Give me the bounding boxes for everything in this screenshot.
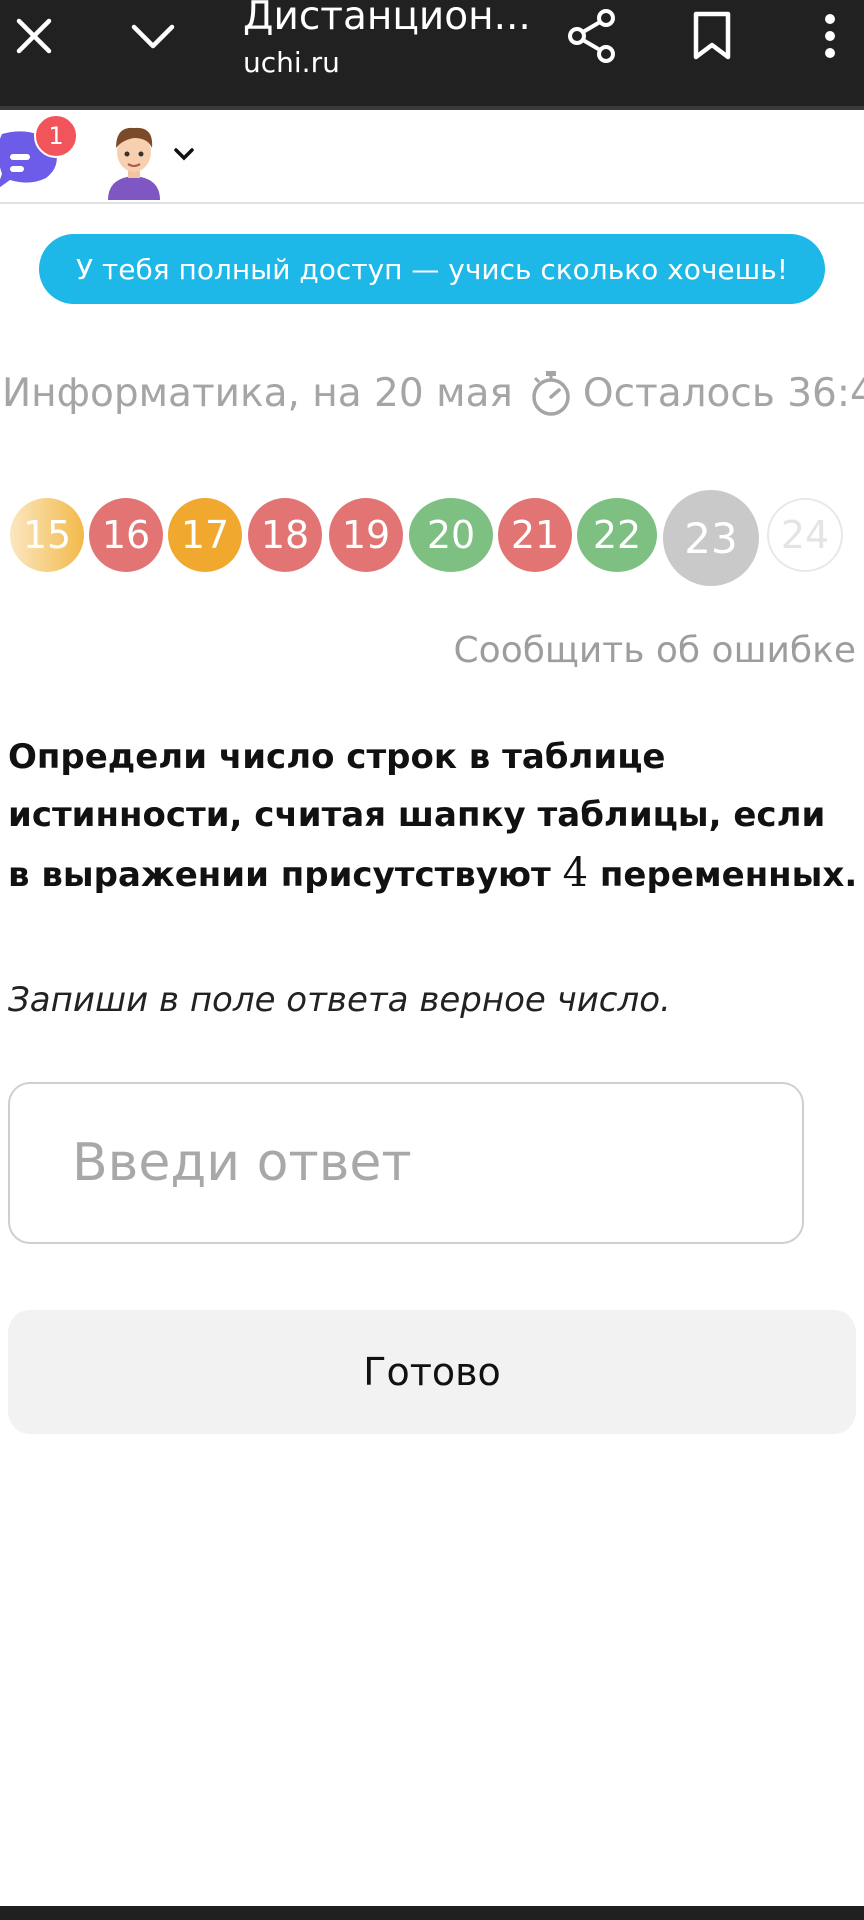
timer-text: Осталось 36:44	[582, 370, 864, 416]
stopwatch-icon	[529, 368, 573, 418]
chevron-down-icon[interactable]	[130, 16, 176, 56]
close-icon[interactable]	[12, 14, 56, 58]
browser-toolbar: Дистанцион... uchi.ru	[0, 0, 864, 106]
task-15[interactable]: 15	[10, 498, 84, 572]
chat-badge: 1	[34, 114, 78, 158]
task-19[interactable]: 19	[329, 498, 403, 572]
app-header: 1	[0, 110, 864, 204]
access-banner: У тебя полный доступ — учись сколько хоч…	[39, 234, 825, 304]
report-error-link[interactable]: Сообщить об ошибке	[454, 630, 856, 671]
answer-input[interactable]	[8, 1082, 804, 1244]
system-nav-bar	[0, 1906, 864, 1920]
question-number: 4	[562, 850, 589, 896]
task-18[interactable]: 18	[248, 498, 322, 572]
task-22[interactable]: 22	[577, 498, 657, 572]
done-button[interactable]: Готово	[8, 1310, 856, 1434]
task-16[interactable]: 16	[89, 498, 163, 572]
page-url: uchi.ru	[243, 46, 340, 79]
task-navigation: 15 16 17 18 19 20 21 22 23 24	[0, 490, 864, 590]
task-20[interactable]: 20	[409, 498, 493, 572]
task-24[interactable]: 24	[767, 498, 843, 572]
question-text: Определи число строк в таблице истинност…	[8, 737, 858, 896]
instruction-text: Запиши в поле ответа верное число.	[8, 980, 671, 1020]
task-21[interactable]: 21	[498, 498, 572, 572]
chevron-down-icon[interactable]	[172, 146, 196, 164]
share-icon[interactable]	[566, 8, 618, 64]
page-title: Дистанцион...	[243, 0, 531, 39]
task-23[interactable]: 23	[663, 490, 759, 586]
task-17[interactable]: 17	[168, 498, 242, 572]
bookmark-icon[interactable]	[690, 10, 734, 62]
status-line: Информатика, на 20 мая Осталось 36:44	[2, 368, 864, 418]
avatar[interactable]	[104, 118, 164, 200]
subject-date: Информатика, на 20 мая	[2, 370, 513, 416]
more-vert-icon[interactable]	[818, 12, 842, 60]
